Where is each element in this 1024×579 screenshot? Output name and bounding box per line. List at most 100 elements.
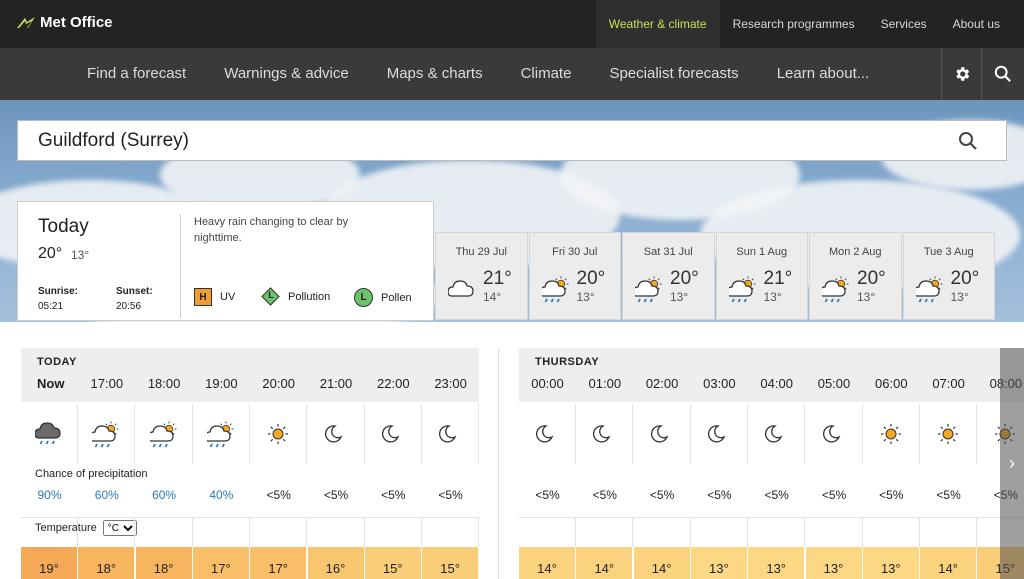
uv-indicator[interactable]: H UV xyxy=(194,288,235,306)
pollution-indicator[interactable]: L Pollution xyxy=(261,287,331,306)
hour-precip: <5% xyxy=(821,488,847,502)
today-label: Today xyxy=(38,216,89,237)
thursday-hourly-label: THURSDAY xyxy=(535,356,600,368)
nav-climate[interactable]: Climate xyxy=(502,48,591,100)
hour-precip: <5% xyxy=(649,488,675,502)
sunny-shower-icon xyxy=(136,404,193,464)
hour-time: 04:00 xyxy=(760,376,793,391)
hour-temp: 17° xyxy=(250,547,308,579)
pollution-label: Pollution xyxy=(288,291,331,303)
pollen-indicator[interactable]: L Pollen xyxy=(354,288,412,307)
day-tab-low: 14° xyxy=(483,290,502,304)
temp-grid-cell xyxy=(21,517,78,547)
temp-grid-cell xyxy=(135,517,193,547)
sunny-shower-icon xyxy=(193,404,250,464)
precip-label: Chance of precipitation xyxy=(35,468,148,480)
hour-temp: 17° xyxy=(192,547,250,579)
day-tab-name: Tue 3 Aug xyxy=(923,246,974,258)
pollution-badge: L xyxy=(261,287,280,306)
sunny-shower-icon xyxy=(538,275,570,308)
hour-time: 07:00 xyxy=(932,376,965,391)
cloud-icon xyxy=(447,275,476,308)
day-tab-high: 21° xyxy=(483,268,512,289)
toplink-services[interactable]: Services xyxy=(868,0,940,48)
day-tab[interactable]: Thu 29 Jul 21° 14° xyxy=(435,232,528,320)
toplink-weather-climate[interactable]: Weather & climate xyxy=(595,0,720,48)
temp-grid-cell xyxy=(633,517,691,547)
sunset-label: Sunset: xyxy=(116,286,153,297)
temp-grid-cell xyxy=(519,517,576,547)
temp-grid-cell xyxy=(920,517,978,547)
pollution-level: L xyxy=(268,290,274,300)
moon-icon xyxy=(748,404,806,464)
hour-temp: 14° xyxy=(576,547,634,579)
nav-maps-charts[interactable]: Maps & charts xyxy=(368,48,502,100)
hour-precip: 60% xyxy=(152,488,177,502)
day-tab[interactable]: Fri 30 Jul 20° 13° xyxy=(528,232,621,320)
scroll-right-button[interactable]: › xyxy=(1000,348,1024,579)
day-tab-low: 13° xyxy=(670,290,689,304)
hour-temp: 14° xyxy=(920,547,978,579)
hour-time: 02:00 xyxy=(645,376,679,391)
hour-time: 03:00 xyxy=(703,376,736,391)
sunrise-time: 05:21 xyxy=(38,301,64,312)
settings-button[interactable] xyxy=(941,48,982,100)
day-tab-name: Mon 2 Aug xyxy=(828,246,882,258)
toplink-research[interactable]: Research programmes xyxy=(720,0,868,48)
hour-precip: 60% xyxy=(94,488,119,502)
location-search xyxy=(17,120,1007,161)
hour-time: 22:00 xyxy=(377,376,410,391)
nav-warnings[interactable]: Warnings & advice xyxy=(205,48,368,100)
nav-search-button[interactable] xyxy=(982,48,1023,100)
hour-time: 01:00 xyxy=(588,376,622,391)
sunny-shower-icon xyxy=(912,275,944,308)
nav-specialist[interactable]: Specialist forecasts xyxy=(590,48,757,100)
day-tab-low: 13° xyxy=(950,290,969,304)
day-tab[interactable]: Sun 1 Aug 21° 13° xyxy=(715,232,808,320)
day-tab-low: 13° xyxy=(576,290,595,304)
sun-icon xyxy=(250,404,308,464)
day-separator xyxy=(498,348,499,579)
hour-time: 20:00 xyxy=(262,376,295,391)
moon-icon xyxy=(576,404,634,464)
day-tab[interactable]: Sat 31 Jul 20° 13° xyxy=(622,232,715,320)
hour-precip: <5% xyxy=(936,488,961,502)
day-tab-high: 20° xyxy=(857,268,886,289)
uv-badge: H xyxy=(194,288,212,306)
hour-time: 23:00 xyxy=(434,376,467,391)
temp-grid-cell xyxy=(364,517,422,547)
hour-temp: 13° xyxy=(805,547,863,579)
hour-temp: 15° xyxy=(422,547,480,579)
day-tab-name: Fri 30 Jul xyxy=(552,246,598,258)
hour-precip: <5% xyxy=(381,488,406,502)
hour-time: 18:00 xyxy=(147,376,181,391)
day-tab-name: Sun 1 Aug xyxy=(736,246,788,258)
met-office-logo[interactable]: Met Office xyxy=(16,14,113,31)
hour-temp: 14° xyxy=(633,547,691,579)
toplink-about[interactable]: About us xyxy=(940,0,1024,48)
nav-find-forecast[interactable]: Find a forecast xyxy=(68,48,205,100)
sun-icon xyxy=(920,404,978,464)
hour-precip: <5% xyxy=(266,488,291,502)
hour-temp: 18° xyxy=(135,547,193,579)
day-tab-name: Sat 31 Jul xyxy=(643,246,693,258)
moon-icon xyxy=(634,404,691,464)
day-tab[interactable]: Mon 2 Aug 20° 13° xyxy=(809,232,902,320)
day-tab-high: 20° xyxy=(950,268,980,289)
hour-time: 21:00 xyxy=(319,376,353,391)
day-tab[interactable]: Tue 3 Aug 20° 13° xyxy=(902,232,995,320)
day-tab-high: 20° xyxy=(670,268,699,289)
nav-learn-about[interactable]: Learn about... xyxy=(758,48,889,100)
hour-time: 00:00 xyxy=(531,376,564,391)
hour-temp: 18° xyxy=(78,547,136,579)
heavy-rain-icon xyxy=(21,404,78,464)
search-icon[interactable] xyxy=(958,131,978,156)
moon-icon xyxy=(806,404,863,464)
temp-grid-cell xyxy=(307,517,365,547)
temp-grid-cell xyxy=(805,517,863,547)
hour-temp: 15° xyxy=(364,547,422,579)
sunny-shower-icon xyxy=(632,275,663,308)
temp-grid-cell xyxy=(748,517,806,547)
location-search-input[interactable] xyxy=(38,129,938,153)
today-hourly-label: TODAY xyxy=(37,356,77,368)
